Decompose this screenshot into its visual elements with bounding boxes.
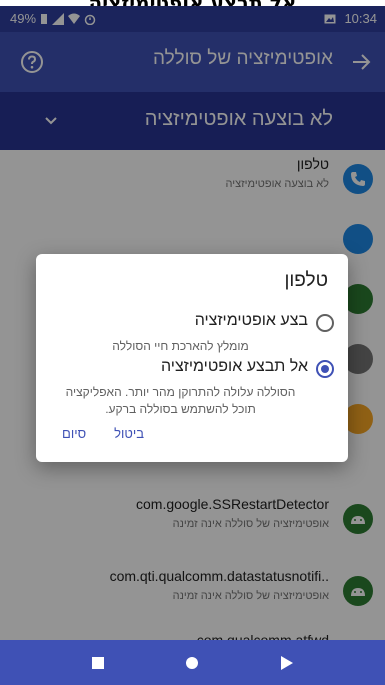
radio-button[interactable]: [316, 314, 334, 332]
done-button[interactable]: סיום: [62, 426, 86, 441]
radio-button-selected[interactable]: [316, 360, 334, 378]
navigation-bar: [0, 640, 385, 685]
dialog-actions: סיום ביטול: [62, 426, 144, 441]
option-label: בצע אופטימיזציה: [194, 312, 308, 329]
cancel-button[interactable]: ביטול: [114, 426, 144, 441]
option-label: אל תבצע אופטימיזציה: [160, 358, 308, 375]
option-description: הסוללה עלולה להתרוקן מהר יותר. האפליקציה…: [65, 385, 296, 416]
optimization-dialog: טלפון בצע אופטימיזציה מומלץ להארכת חיי ה…: [36, 254, 348, 462]
phone-screen: 49% 10:34 אופטימיזציה של סוללה לא בוצעה …: [0, 6, 385, 685]
back-nav-icon[interactable]: [276, 653, 296, 673]
recents-icon[interactable]: [88, 653, 108, 673]
dialog-title: טלפון: [284, 270, 328, 291]
option-description: מומלץ להארכת חיי הסוללה: [112, 339, 249, 353]
home-icon[interactable]: [182, 653, 202, 673]
